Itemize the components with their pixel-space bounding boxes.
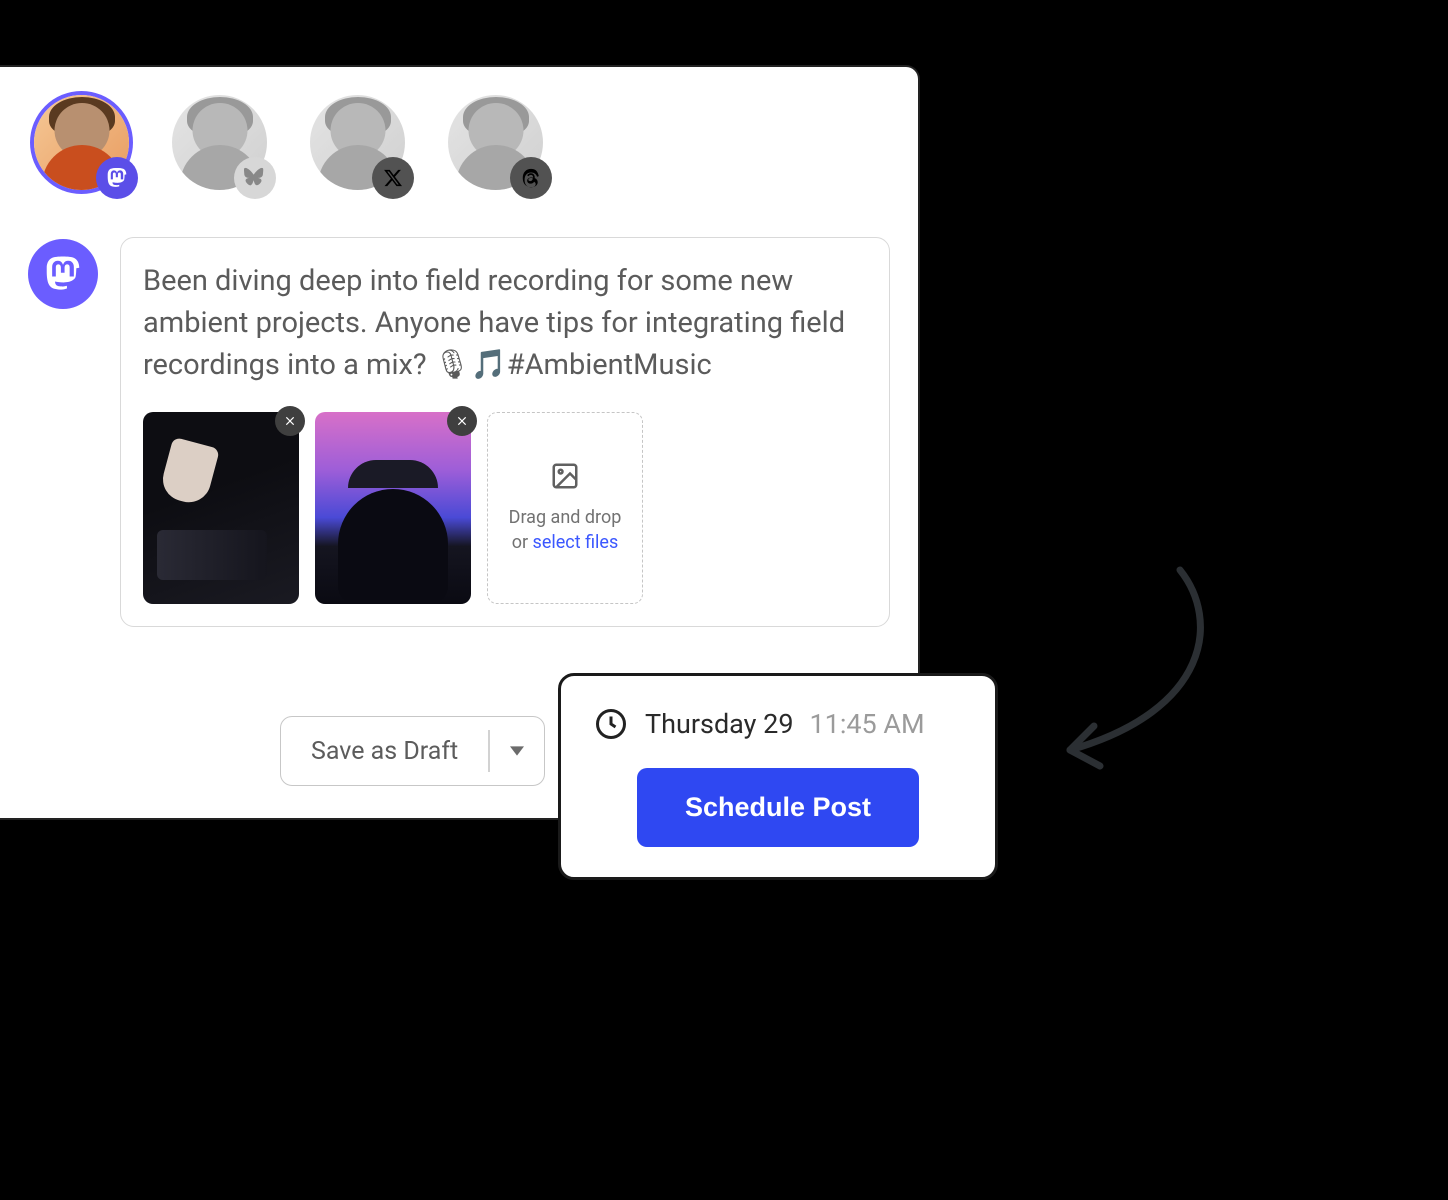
post-content[interactable]: Been diving deep into field recording fo… — [143, 260, 867, 386]
dropzone-line2-prefix: or — [512, 532, 533, 553]
threads-icon — [510, 157, 552, 199]
account-threads[interactable] — [448, 95, 548, 195]
compose-box[interactable]: Been diving deep into field recording fo… — [120, 237, 890, 627]
remove-attachment-button[interactable] — [275, 406, 305, 436]
schedule-date: Thursday 29 — [645, 708, 794, 740]
schedule-time: 11:45 AM — [810, 708, 925, 740]
schedule-datetime[interactable]: Thursday 29 11:45 AM — [593, 706, 963, 742]
bluesky-icon — [234, 157, 276, 199]
close-icon — [283, 414, 297, 428]
attachment-2[interactable] — [315, 412, 471, 604]
image-icon — [550, 461, 580, 491]
decorative-arrow — [1010, 560, 1230, 820]
draft-dropdown-toggle[interactable] — [490, 746, 544, 756]
attachment-image — [315, 412, 471, 604]
clock-icon — [593, 706, 629, 742]
media-dropzone[interactable]: Drag and drop or select files — [487, 412, 643, 604]
dropzone-line1: Drag and drop — [509, 507, 622, 528]
attachment-1[interactable] — [143, 412, 299, 604]
account-mastodon[interactable] — [34, 95, 134, 195]
schedule-post-button[interactable]: Schedule Post — [637, 768, 919, 847]
save-draft-label: Save as Draft — [281, 737, 488, 766]
select-files-link[interactable]: select files — [533, 532, 619, 553]
close-icon — [455, 414, 469, 428]
attachment-image — [143, 412, 299, 604]
x-icon — [372, 157, 414, 199]
remove-attachment-button[interactable] — [447, 406, 477, 436]
chevron-down-icon — [510, 746, 524, 756]
schedule-popover: Thursday 29 11:45 AM Schedule Post — [558, 673, 998, 880]
mastodon-icon — [96, 157, 138, 199]
account-selector-row — [28, 95, 890, 195]
compose-row: Been diving deep into field recording fo… — [28, 237, 890, 627]
save-draft-button[interactable]: Save as Draft — [280, 716, 545, 786]
account-x[interactable] — [310, 95, 410, 195]
account-bluesky[interactable] — [172, 95, 272, 195]
attachments-row: Drag and drop or select files — [143, 412, 867, 604]
mastodon-icon — [28, 239, 98, 309]
dropzone-text: Drag and drop or select files — [509, 505, 622, 555]
